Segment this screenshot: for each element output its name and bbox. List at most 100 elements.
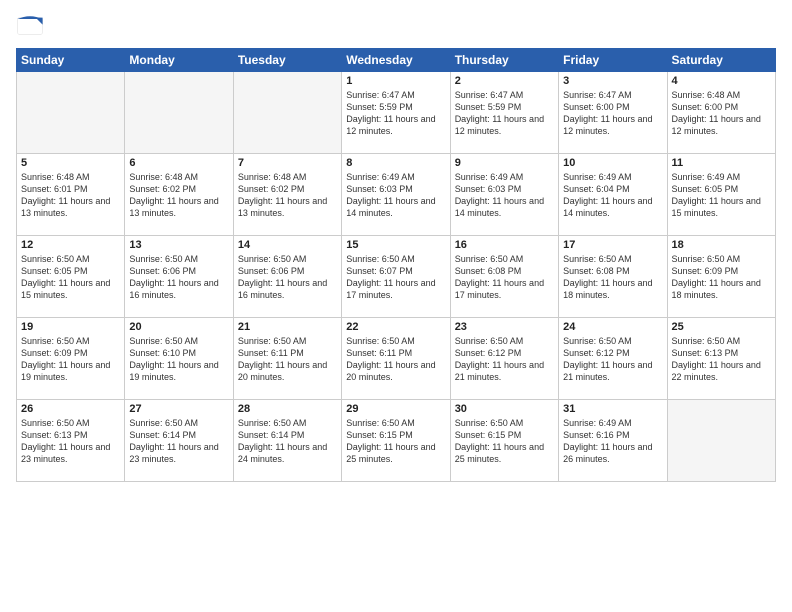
day-cell: 20 Sunrise: 6:50 AMSunset: 6:10 PMDayligh… <box>125 318 233 400</box>
logo <box>16 12 48 40</box>
day-cell: 8Sunrise: 6:49 AMSunset: 6:03 PMDaylight… <box>342 154 450 236</box>
day-cell: 28 Sunrise: 6:50 AMSunset: 6:14 PMDayligh… <box>233 400 341 482</box>
day-cell: 4Sunrise: 6:48 AMSunset: 6:00 PMDaylight… <box>667 72 775 154</box>
day-cell: 24 Sunrise: 6:50 AMSunset: 6:12 PMDayligh… <box>559 318 667 400</box>
day-info: Sunrise: 6:49 AMSunset: 6:16 PMDaylight:… <box>563 417 662 466</box>
day-number: 18 <box>672 239 771 251</box>
day-info: Sunrise: 6:50 AMSunset: 6:11 PMDaylight:… <box>238 335 337 384</box>
day-info: Sunrise: 6:48 AMSunset: 6:02 PMDaylight:… <box>129 171 228 220</box>
day-cell <box>667 400 775 482</box>
day-cell: 30 Sunrise: 6:50 AMSunset: 6:15 PMDayligh… <box>450 400 558 482</box>
weekday-header-sunday: Sunday <box>17 49 125 72</box>
day-info: Sunrise: 6:50 AMSunset: 6:14 PMDaylight:… <box>129 417 228 466</box>
week-row-3: 12 Sunrise: 6:50 AMSunset: 6:05 PMDayligh… <box>17 236 776 318</box>
day-number: 1 <box>346 75 445 87</box>
day-cell: 11Sunrise: 6:49 AMSunset: 6:05 PMDayligh… <box>667 154 775 236</box>
day-number: 25 <box>672 321 771 333</box>
day-cell: 14Sunrise: 6:50 AMSunset: 6:06 PMDayligh… <box>233 236 341 318</box>
page: SundayMondayTuesdayWednesdayThursdayFrid… <box>0 0 792 612</box>
day-info: Sunrise: 6:50 AMSunset: 6:10 PMDaylight:… <box>129 335 228 384</box>
day-cell: 16Sunrise: 6:50 AMSunset: 6:08 PMDayligh… <box>450 236 558 318</box>
day-info: Sunrise: 6:50 AMSunset: 6:14 PMDaylight:… <box>238 417 337 466</box>
day-number: 22 <box>346 321 445 333</box>
day-number: 28 <box>238 403 337 415</box>
day-cell: 7 Sunrise: 6:48 AMSunset: 6:02 PMDaylight… <box>233 154 341 236</box>
day-info: Sunrise: 6:50 AMSunset: 6:07 PMDaylight:… <box>346 253 445 302</box>
weekday-header-saturday: Saturday <box>667 49 775 72</box>
week-row-1: 1 Sunrise: 6:47 AMSunset: 5:59 PMDaylight… <box>17 72 776 154</box>
day-info: Sunrise: 6:50 AMSunset: 6:12 PMDaylight:… <box>455 335 554 384</box>
day-number: 10 <box>563 157 662 169</box>
day-number: 8 <box>346 157 445 169</box>
day-number: 23 <box>455 321 554 333</box>
day-info: Sunrise: 6:50 AMSunset: 6:05 PMDaylight:… <box>21 253 120 302</box>
day-info: Sunrise: 6:47 AMSunset: 5:59 PMDaylight:… <box>346 89 445 138</box>
day-cell: 3 Sunrise: 6:47 AMSunset: 6:00 PMDaylight… <box>559 72 667 154</box>
day-cell: 12 Sunrise: 6:50 AMSunset: 6:05 PMDayligh… <box>17 236 125 318</box>
day-number: 4 <box>672 75 771 87</box>
day-number: 14 <box>238 239 337 251</box>
day-number: 20 <box>129 321 228 333</box>
day-info: Sunrise: 6:49 AMSunset: 6:04 PMDaylight:… <box>563 171 662 220</box>
day-cell: 18 Sunrise: 6:50 AMSunset: 6:09 PMDayligh… <box>667 236 775 318</box>
day-number: 31 <box>563 403 662 415</box>
day-number: 17 <box>563 239 662 251</box>
week-row-4: 19 Sunrise: 6:50 AMSunset: 6:09 PMDayligh… <box>17 318 776 400</box>
day-cell: 9Sunrise: 6:49 AMSunset: 6:03 PMDaylight… <box>450 154 558 236</box>
day-number: 13 <box>129 239 228 251</box>
weekday-header-friday: Friday <box>559 49 667 72</box>
day-info: Sunrise: 6:47 AMSunset: 6:00 PMDaylight:… <box>563 89 662 138</box>
day-cell: 15 Sunrise: 6:50 AMSunset: 6:07 PMDayligh… <box>342 236 450 318</box>
day-info: Sunrise: 6:49 AMSunset: 6:03 PMDaylight:… <box>455 171 554 220</box>
day-info: Sunrise: 6:50 AMSunset: 6:15 PMDaylight:… <box>455 417 554 466</box>
day-cell: 19 Sunrise: 6:50 AMSunset: 6:09 PMDayligh… <box>17 318 125 400</box>
day-info: Sunrise: 6:50 AMSunset: 6:06 PMDaylight:… <box>129 253 228 302</box>
day-number: 24 <box>563 321 662 333</box>
day-cell: 29 Sunrise: 6:50 AMSunset: 6:15 PMDayligh… <box>342 400 450 482</box>
day-cell: 17 Sunrise: 6:50 AMSunset: 6:08 PMDayligh… <box>559 236 667 318</box>
day-number: 16 <box>455 239 554 251</box>
day-number: 6 <box>129 157 228 169</box>
day-cell: 22Sunrise: 6:50 AMSunset: 6:11 PMDayligh… <box>342 318 450 400</box>
day-info: Sunrise: 6:50 AMSunset: 6:12 PMDaylight:… <box>563 335 662 384</box>
day-info: Sunrise: 6:50 AMSunset: 6:09 PMDaylight:… <box>672 253 771 302</box>
day-cell: 13 Sunrise: 6:50 AMSunset: 6:06 PMDayligh… <box>125 236 233 318</box>
day-number: 12 <box>21 239 120 251</box>
day-number: 26 <box>21 403 120 415</box>
day-number: 29 <box>346 403 445 415</box>
day-cell: 5Sunrise: 6:48 AMSunset: 6:01 PMDaylight… <box>17 154 125 236</box>
day-number: 15 <box>346 239 445 251</box>
day-cell: 2 Sunrise: 6:47 AMSunset: 5:59 PMDaylight… <box>450 72 558 154</box>
weekday-header-row: SundayMondayTuesdayWednesdayThursdayFrid… <box>17 49 776 72</box>
day-cell: 6 Sunrise: 6:48 AMSunset: 6:02 PMDaylight… <box>125 154 233 236</box>
day-cell <box>233 72 341 154</box>
day-cell <box>125 72 233 154</box>
calendar-table: SundayMondayTuesdayWednesdayThursdayFrid… <box>16 48 776 482</box>
day-info: Sunrise: 6:49 AMSunset: 6:05 PMDaylight:… <box>672 171 771 220</box>
header <box>16 12 776 40</box>
day-info: Sunrise: 6:48 AMSunset: 6:01 PMDaylight:… <box>21 171 120 220</box>
week-row-5: 26 Sunrise: 6:50 AMSunset: 6:13 PMDayligh… <box>17 400 776 482</box>
day-number: 3 <box>563 75 662 87</box>
day-info: Sunrise: 6:47 AMSunset: 5:59 PMDaylight:… <box>455 89 554 138</box>
day-info: Sunrise: 6:50 AMSunset: 6:08 PMDaylight:… <box>563 253 662 302</box>
day-number: 19 <box>21 321 120 333</box>
weekday-header-monday: Monday <box>125 49 233 72</box>
weekday-header-thursday: Thursday <box>450 49 558 72</box>
weekday-header-tuesday: Tuesday <box>233 49 341 72</box>
day-number: 30 <box>455 403 554 415</box>
day-cell: 25 Sunrise: 6:50 AMSunset: 6:13 PMDayligh… <box>667 318 775 400</box>
day-number: 2 <box>455 75 554 87</box>
day-cell <box>17 72 125 154</box>
weekday-header-wednesday: Wednesday <box>342 49 450 72</box>
day-info: Sunrise: 6:48 AMSunset: 6:02 PMDaylight:… <box>238 171 337 220</box>
day-info: Sunrise: 6:50 AMSunset: 6:09 PMDaylight:… <box>21 335 120 384</box>
day-info: Sunrise: 6:50 AMSunset: 6:15 PMDaylight:… <box>346 417 445 466</box>
day-info: Sunrise: 6:50 AMSunset: 6:13 PMDaylight:… <box>672 335 771 384</box>
day-cell: 23 Sunrise: 6:50 AMSunset: 6:12 PMDayligh… <box>450 318 558 400</box>
day-number: 21 <box>238 321 337 333</box>
day-cell: 10 Sunrise: 6:49 AMSunset: 6:04 PMDayligh… <box>559 154 667 236</box>
day-number: 7 <box>238 157 337 169</box>
day-info: Sunrise: 6:50 AMSunset: 6:13 PMDaylight:… <box>21 417 120 466</box>
logo-icon <box>16 12 44 40</box>
